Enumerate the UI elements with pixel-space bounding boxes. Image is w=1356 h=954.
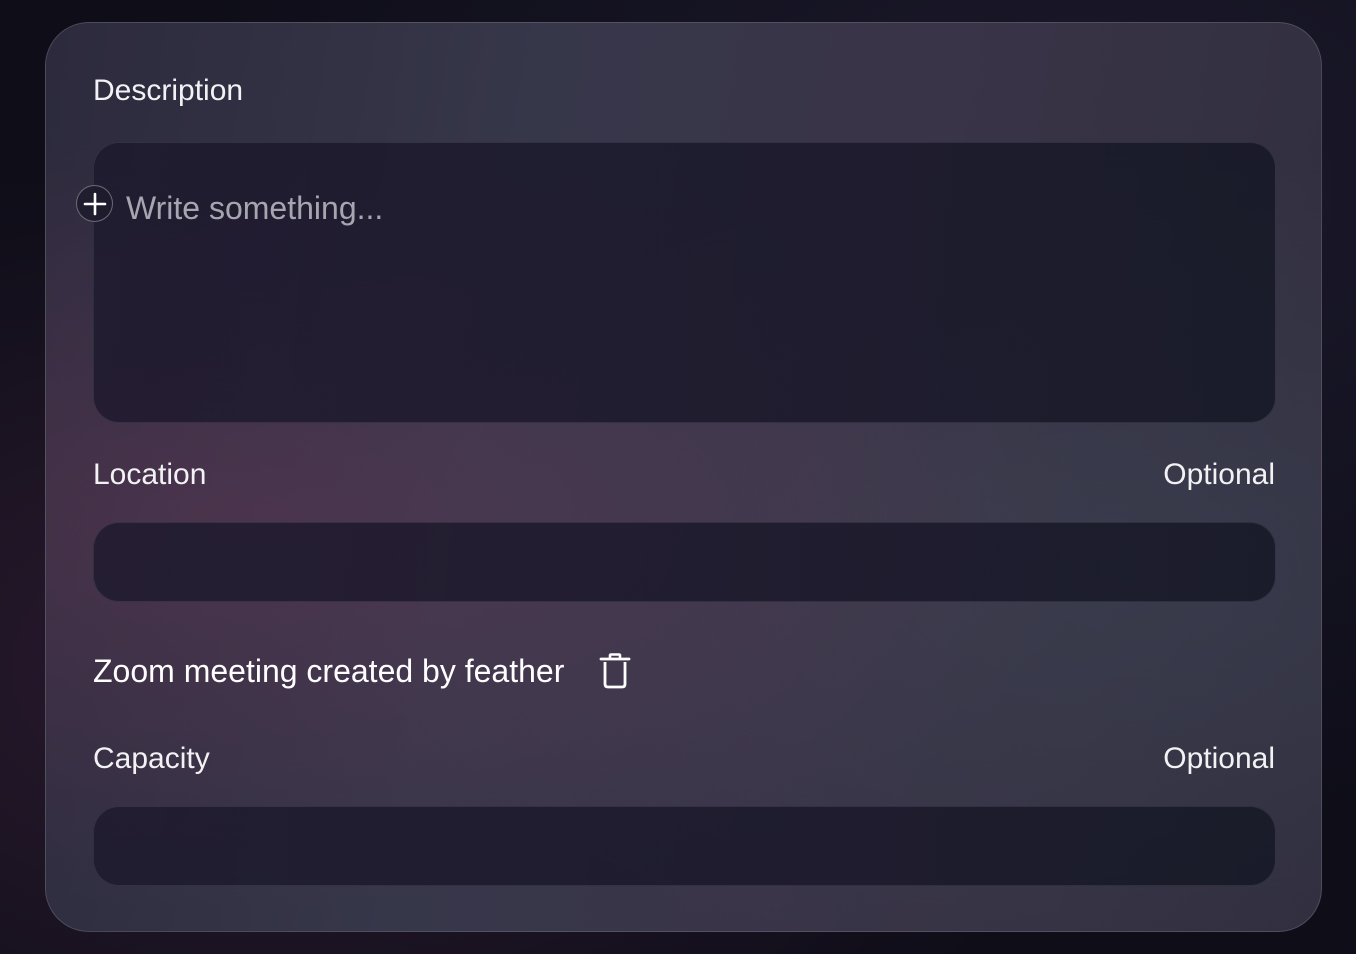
location-optional-label: Optional bbox=[1163, 458, 1275, 491]
zoom-meeting-text: Zoom meeting created by feather bbox=[93, 653, 565, 689]
location-label: Location bbox=[93, 458, 207, 491]
description-field[interactable] bbox=[93, 142, 1276, 423]
delete-zoom-button[interactable] bbox=[598, 651, 632, 691]
event-form-card: Description Write something... Location … bbox=[45, 22, 1322, 932]
trash-icon bbox=[599, 653, 631, 689]
add-block-button[interactable] bbox=[76, 185, 113, 222]
capacity-input[interactable] bbox=[93, 806, 1276, 886]
plus-icon bbox=[83, 192, 106, 215]
description-placeholder: Write something... bbox=[126, 190, 384, 226]
capacity-label: Capacity bbox=[93, 742, 210, 775]
location-input[interactable] bbox=[93, 522, 1276, 602]
description-label: Description bbox=[93, 74, 244, 107]
capacity-optional-label: Optional bbox=[1163, 742, 1275, 775]
zoom-meeting-row: Zoom meeting created by feather bbox=[93, 651, 632, 691]
